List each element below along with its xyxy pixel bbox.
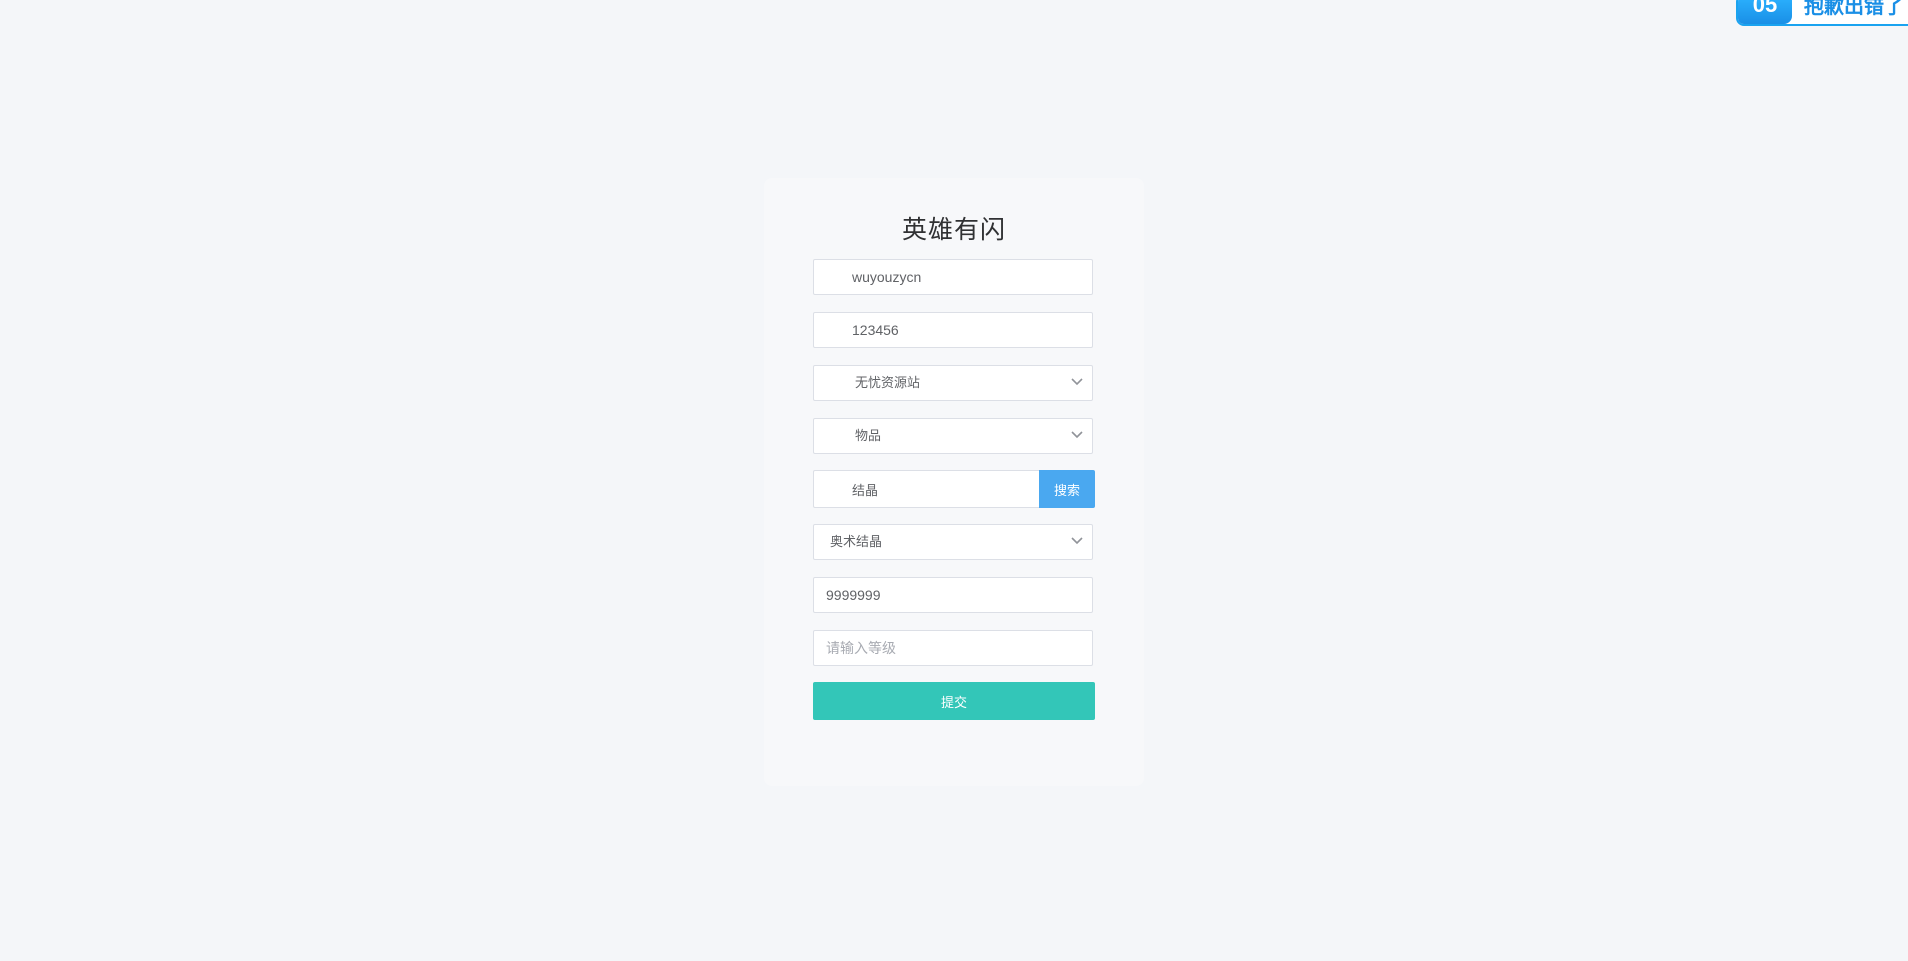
submit-button[interactable]: 提交: [813, 682, 1095, 720]
chevron-down-icon: [1071, 537, 1083, 545]
server-select[interactable]: 无忧资源站: [813, 365, 1093, 401]
item-select[interactable]: 奥术结晶: [813, 524, 1093, 560]
category-select-value: 物品: [855, 428, 882, 443]
badge-text: 抱歉出错了: [1804, 0, 1904, 18]
username-field[interactable]: [813, 259, 1093, 295]
page-title: 英雄有闪: [901, 216, 1006, 244]
corner-badge: 05 抱歉出错了: [1736, 0, 1908, 26]
quantity-input[interactable]: [814, 578, 1092, 612]
chevron-down-icon: [1071, 431, 1083, 439]
form-card: 英雄有闪 无忧资源站 物品 搜索 奥术结晶 提交: [764, 178, 1144, 786]
quantity-field[interactable]: [813, 577, 1093, 613]
item-select-value: 奥术结晶: [830, 534, 883, 549]
server-select-value: 无忧资源站: [855, 375, 921, 390]
search-button[interactable]: 搜索: [1039, 470, 1095, 508]
search-input[interactable]: [814, 471, 1039, 507]
search-field[interactable]: [813, 470, 1039, 508]
level-input[interactable]: [814, 631, 1092, 665]
category-select[interactable]: 物品: [813, 418, 1093, 454]
username-input[interactable]: [814, 260, 1092, 294]
password-field[interactable]: [813, 312, 1093, 348]
badge-icon: 05: [1738, 0, 1792, 24]
password-input[interactable]: [814, 313, 1092, 347]
chevron-down-icon: [1071, 378, 1083, 386]
search-row: 搜索: [813, 470, 1095, 508]
level-field[interactable]: [813, 630, 1093, 666]
